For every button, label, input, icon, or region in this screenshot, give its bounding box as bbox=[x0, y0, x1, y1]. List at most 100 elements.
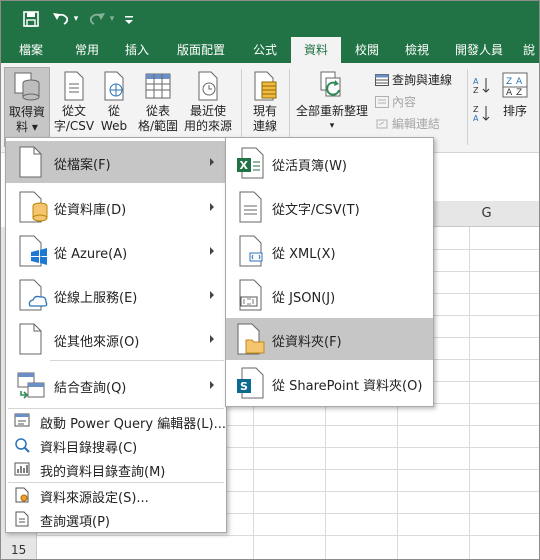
queries-connections-button[interactable]: 查詢與連線 bbox=[375, 71, 452, 89]
tab-data[interactable]: 資料 bbox=[291, 37, 341, 63]
submenu-item-label: 從 JSON(J) bbox=[272, 291, 336, 306]
tab-tell-me[interactable]: 說 bbox=[517, 37, 539, 63]
from-text-label-1: 從文 bbox=[61, 104, 86, 118]
submenu-item-label: 從 SharePoint 資料夾(O) bbox=[272, 379, 423, 394]
from-text-label-2: 字/CSV bbox=[53, 119, 95, 133]
redo-icon bbox=[87, 9, 107, 29]
submenu-item-from-text-csv[interactable]: 從文字/CSV(T) bbox=[226, 186, 433, 228]
menu-item-data-source-settings[interactable]: 資料來源設定(S)... bbox=[6, 484, 226, 506]
sort-za-button[interactable]: ZA bbox=[471, 103, 493, 125]
tab-insert[interactable]: 插入 bbox=[115, 37, 159, 63]
queries-connections-label: 查詢與連線 bbox=[392, 73, 453, 87]
menu-item-label: 從資料庫(D) bbox=[54, 203, 127, 218]
submenu-item-label: 從文字/CSV(T) bbox=[272, 203, 360, 218]
menu-item-combine-queries[interactable]: 結合查詢(Q) bbox=[6, 364, 226, 406]
menu-item-from-online-services[interactable]: 從線上服務(E) bbox=[6, 274, 226, 316]
menu-item-from-other-sources[interactable]: 從其他來源(O) bbox=[6, 318, 226, 360]
submenu-item-from-folder[interactable]: 從資料夾(F) bbox=[226, 318, 433, 360]
submenu-item-label: 從資料夾(F) bbox=[272, 335, 342, 350]
sort-az-button[interactable]: AZ bbox=[471, 75, 493, 97]
text-file-icon bbox=[239, 191, 262, 223]
menu-item-label: 查詢選項(P) bbox=[40, 515, 110, 530]
svg-text:Z: Z bbox=[473, 86, 479, 95]
edit-links-button: 編輯連結 bbox=[375, 115, 440, 133]
existing-connections-button[interactable]: 現有 連線 bbox=[247, 67, 283, 147]
properties-label: 內容 bbox=[392, 95, 417, 109]
submenu-item-from-json[interactable]: 從 JSON(J) bbox=[226, 274, 433, 316]
tab-review[interactable]: 校閱 bbox=[345, 37, 389, 63]
recent-sources-button[interactable]: 最近使 用的來源 bbox=[183, 67, 233, 147]
tab-view[interactable]: 檢視 bbox=[395, 37, 439, 63]
row-header-15[interactable]: 15 bbox=[1, 539, 37, 559]
existing-connections-icon bbox=[254, 71, 277, 101]
svg-text:S: S bbox=[240, 380, 248, 393]
sort-descending-icon: ZA bbox=[473, 105, 490, 123]
from-file-submenu: X 從活頁簿(W) 從文字/CSV(T) 從 XML(X) 從 JSON(J) … bbox=[225, 137, 434, 407]
folder-icon bbox=[237, 323, 265, 355]
grid-line bbox=[469, 227, 470, 559]
menu-item-my-catalog-queries[interactable]: 我的資料目錄查詢(M) bbox=[6, 458, 226, 480]
from-text-csv-button[interactable]: 從文 字/CSV bbox=[53, 67, 95, 147]
menu-item-query-options[interactable]: 查詢選項(P) bbox=[6, 508, 226, 530]
xml-file-icon bbox=[239, 235, 263, 267]
menu-item-power-query-editor[interactable]: 啟動 Power Query 編輯器(L)... bbox=[6, 410, 226, 432]
submenu-item-from-workbook[interactable]: X 從活頁簿(W) bbox=[226, 142, 433, 184]
submenu-arrow-icon bbox=[210, 381, 214, 389]
title-bar: ▾ ▾ bbox=[1, 1, 539, 37]
menu-item-from-azure[interactable]: 從 Azure(A) bbox=[6, 230, 226, 272]
submenu-item-from-xml[interactable]: 從 XML(X) bbox=[226, 230, 433, 272]
catalog-search-icon bbox=[15, 438, 30, 453]
json-file-icon bbox=[239, 279, 262, 311]
tab-formulas[interactable]: 公式 bbox=[243, 37, 287, 63]
submenu-item-label: 從 XML(X) bbox=[272, 247, 336, 262]
combine-queries-icon bbox=[17, 372, 45, 399]
svg-text:Z: Z bbox=[506, 77, 512, 87]
menu-item-label: 我的資料目錄查詢(M) bbox=[40, 465, 166, 480]
undo-icon[interactable] bbox=[51, 9, 71, 29]
ribbon-tabs: 檔案 常用 插入 版面配置 公式 資料 校閱 檢視 開發人員 說 bbox=[1, 37, 539, 63]
sort-label: 排序 bbox=[502, 104, 527, 118]
excel-workbook-icon: X bbox=[237, 147, 264, 179]
svg-text:Z: Z bbox=[516, 88, 522, 98]
tab-home[interactable]: 常用 bbox=[65, 37, 109, 63]
customize-icon[interactable] bbox=[123, 9, 135, 29]
get-data-label-2: 料 ▾ bbox=[16, 120, 38, 134]
table-icon bbox=[145, 73, 171, 99]
menu-item-from-file[interactable]: 從檔案(F) bbox=[6, 141, 226, 183]
undo-dropdown-icon[interactable]: ▾ bbox=[71, 9, 81, 29]
menu-item-label: 啟動 Power Query 編輯器(L)... bbox=[40, 417, 226, 432]
menu-item-label: 結合查詢(Q) bbox=[54, 381, 127, 396]
cloud-icon bbox=[19, 279, 48, 311]
power-query-editor-icon bbox=[14, 413, 30, 427]
tab-page-layout[interactable]: 版面配置 bbox=[169, 37, 233, 63]
get-data-button[interactable]: 取得資 料 ▾ bbox=[4, 67, 50, 147]
tab-developer[interactable]: 開發人員 bbox=[447, 37, 511, 63]
azure-icon bbox=[19, 235, 47, 267]
tab-file[interactable]: 檔案 bbox=[9, 37, 53, 63]
from-web-button[interactable]: 從 Web bbox=[97, 67, 131, 147]
submenu-arrow-icon bbox=[210, 158, 214, 166]
menu-item-catalog-search[interactable]: 資料目錄搜尋(C) bbox=[6, 434, 226, 456]
from-web-label-2: Web bbox=[100, 119, 128, 133]
properties-button: 內容 bbox=[375, 93, 416, 111]
from-table-range-button[interactable]: 從表 格/範圍 bbox=[135, 67, 181, 147]
redo-dropdown-icon: ▾ bbox=[109, 14, 115, 24]
edit-links-icon bbox=[376, 119, 388, 129]
submenu-arrow-icon bbox=[210, 291, 214, 299]
sort-button[interactable]: ZAAZ 排序 bbox=[495, 67, 535, 147]
recent-sources-label-1: 最近使 bbox=[189, 104, 226, 118]
refresh-all-button[interactable]: 全部重新整理 ▾ bbox=[293, 67, 371, 147]
query-options-icon bbox=[15, 511, 29, 527]
menu-item-from-database[interactable]: 從資料庫(D) bbox=[6, 186, 226, 228]
column-header-g[interactable]: G bbox=[433, 201, 539, 227]
menu-item-label: 從線上服務(E) bbox=[54, 291, 138, 306]
existing-connections-label-1: 現有 bbox=[252, 104, 277, 118]
data-source-settings-icon bbox=[15, 487, 29, 503]
ribbon-separator bbox=[241, 69, 242, 145]
submenu-arrow-icon bbox=[210, 335, 214, 343]
submenu-item-from-sharepoint-folder[interactable]: S 從 SharePoint 資料夾(O) bbox=[226, 362, 433, 404]
database-icon bbox=[19, 191, 48, 223]
get-data-label-1: 取得資 bbox=[8, 105, 45, 119]
save-icon[interactable] bbox=[21, 9, 41, 29]
menu-item-label: 從 Azure(A) bbox=[54, 247, 128, 262]
